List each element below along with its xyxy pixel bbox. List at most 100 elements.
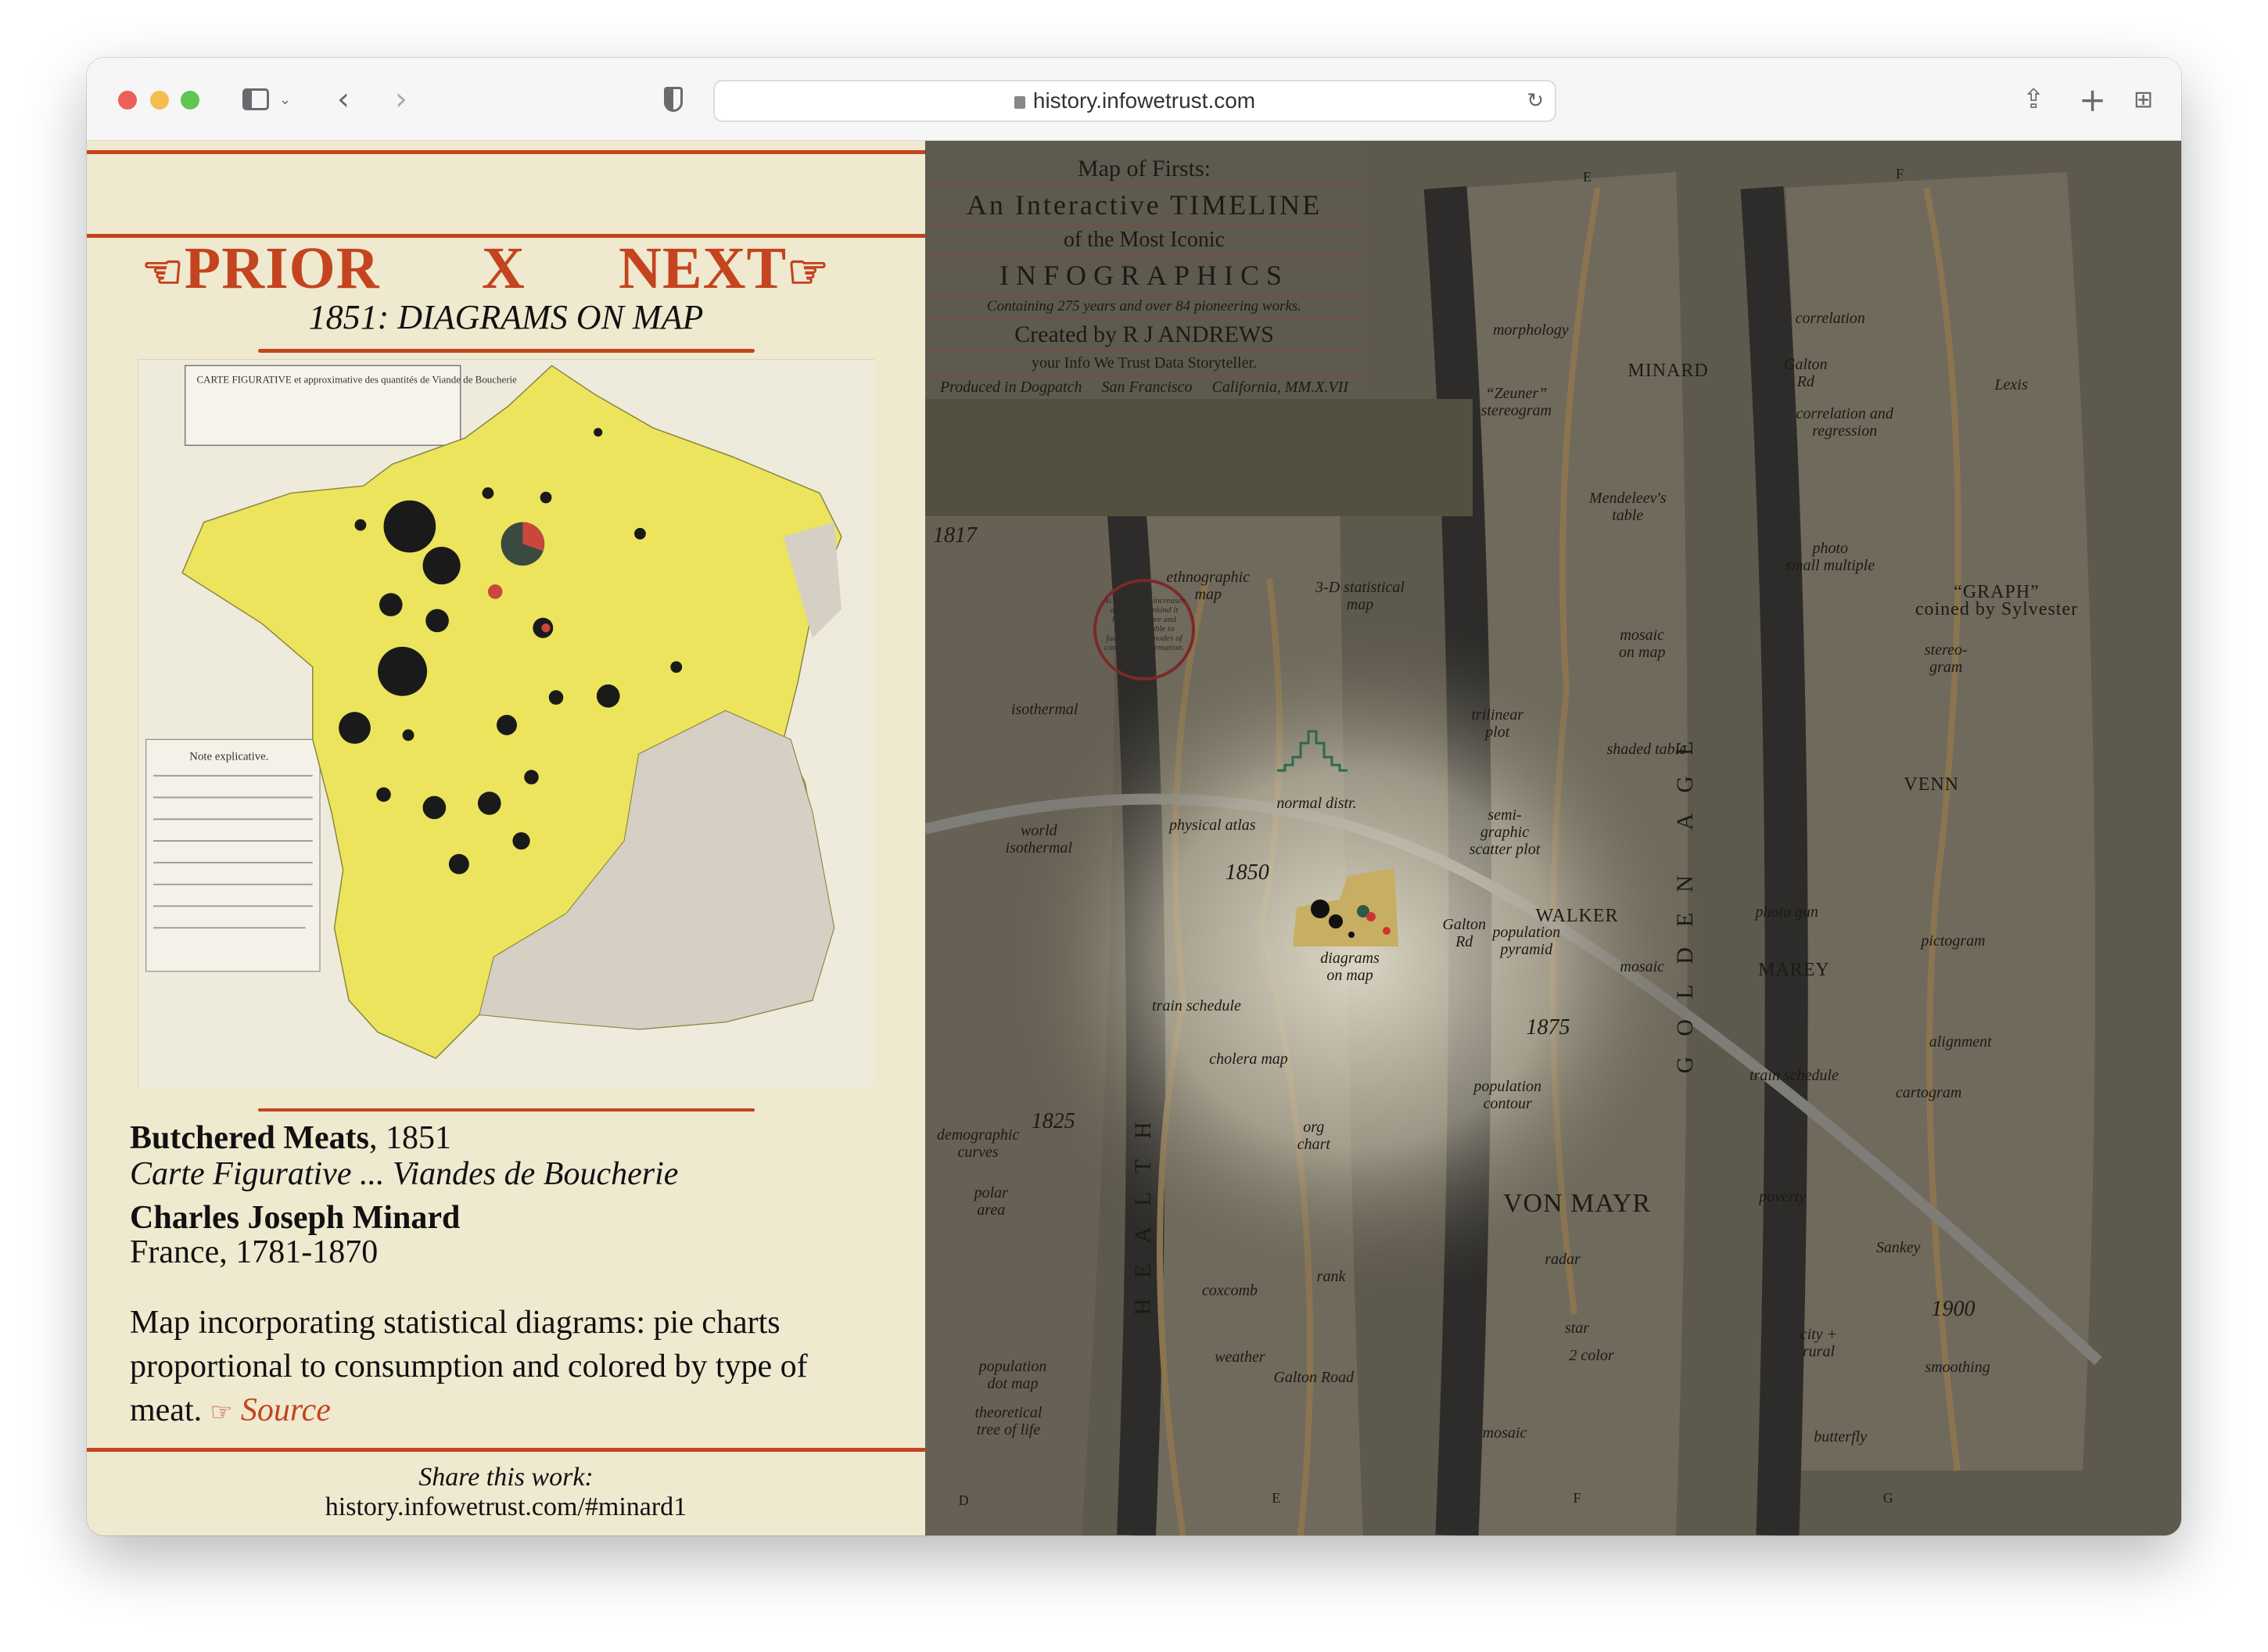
map-label[interactable]: train schedule — [1749, 1067, 1839, 1084]
map-label[interactable]: 1817 — [933, 524, 977, 546]
map-title-line: An Interactive TIMELINE — [925, 186, 1363, 225]
map-label[interactable]: population dot map — [979, 1358, 1047, 1392]
map-label[interactable]: world isothermal — [1006, 822, 1073, 857]
map-label[interactable]: poverty — [1759, 1188, 1806, 1205]
map-label[interactable]: photo small multiple — [1785, 540, 1875, 574]
map-label[interactable]: diagrams on map — [1320, 950, 1380, 984]
map-label[interactable]: cartogram — [1896, 1084, 1961, 1101]
map-label[interactable]: correlation and regression — [1796, 405, 1893, 440]
timeline-map[interactable]: Map of Firsts: An Interactive TIMELINE o… — [925, 141, 2181, 1535]
map-label[interactable]: smoothing — [1925, 1359, 1990, 1376]
map-label[interactable]: population contour — [1473, 1078, 1541, 1112]
map-label[interactable]: physical atlas — [1169, 817, 1256, 834]
new-tab-icon[interactable]: + — [2079, 81, 2106, 119]
source-link[interactable]: ☞ Source — [210, 1392, 331, 1428]
map-label[interactable]: Sankey — [1876, 1239, 1921, 1256]
map-label[interactable]: rank — [1317, 1268, 1346, 1285]
map-label[interactable]: WALKER — [1536, 907, 1619, 925]
map-label[interactable]: radar — [1545, 1251, 1581, 1268]
close-button[interactable]: X — [482, 235, 526, 303]
map-label[interactable]: city + rural — [1800, 1326, 1837, 1360]
map-label[interactable]: 1825 — [1032, 1110, 1075, 1132]
map-label[interactable]: org chart — [1297, 1119, 1330, 1153]
map-label[interactable]: star — [1565, 1320, 1589, 1337]
map-label[interactable]: pictogram — [1921, 932, 1985, 950]
map-label[interactable]: trilinear plot — [1471, 706, 1523, 741]
map-label[interactable]: “Zeuner” stereogram — [1481, 385, 1552, 419]
map-label[interactable]: theoretical tree of life — [974, 1404, 1042, 1438]
back-icon[interactable]: ‹ — [337, 81, 350, 117]
map-label[interactable]: mosaic — [1483, 1424, 1527, 1442]
divider — [87, 1448, 925, 1452]
map-label[interactable]: 1900 — [1932, 1298, 1976, 1320]
map-label[interactable]: mosaic on map — [1619, 627, 1665, 661]
work-year: , 1851 — [369, 1120, 451, 1156]
map-label[interactable]: population pyramid — [1492, 924, 1560, 958]
map-label[interactable]: coxcomb — [1202, 1282, 1258, 1299]
map-label[interactable]: ethnographic map — [1166, 569, 1250, 603]
map-label[interactable]: 2 color — [1569, 1347, 1613, 1364]
map-label[interactable]: semi- graphic scatter plot — [1470, 806, 1541, 858]
map-label[interactable]: 3-D statistical map — [1315, 579, 1405, 613]
map-label[interactable]: F — [1896, 165, 1904, 182]
sidebar-icon[interactable] — [240, 81, 271, 117]
map-label[interactable]: “GRAPH” coined by Sylvester — [1915, 583, 2078, 619]
share-url[interactable]: history.infowetrust.com/#minard1 — [87, 1492, 925, 1522]
chevron-down-icon[interactable]: ⌄ — [279, 81, 291, 117]
map-label[interactable]: alignment — [1929, 1033, 1992, 1050]
map-label[interactable]: HEALTH — [1130, 1101, 1156, 1315]
map-label[interactable]: Galton Road — [1273, 1369, 1354, 1386]
map-label[interactable]: D — [959, 1492, 969, 1509]
map-label[interactable]: butterfly — [1814, 1428, 1867, 1446]
map-author-tagline: your Info We Trust Data Storyteller. — [925, 352, 1363, 376]
shield-icon[interactable] — [662, 81, 685, 117]
map-label[interactable]: weather — [1215, 1349, 1265, 1366]
map-title-block: Map of Firsts: An Interactive TIMELINE o… — [925, 153, 1363, 399]
map-label[interactable]: VENN — [1904, 775, 1959, 794]
map-label[interactable]: Galton Rd — [1442, 916, 1486, 950]
map-label[interactable]: GOLDEN AGE — [1672, 721, 1698, 1074]
map-label[interactable]: G — [1883, 1489, 1893, 1507]
next-label: NEXT — [619, 235, 788, 301]
map-label[interactable]: Mendeleev's table — [1589, 490, 1667, 524]
map-label[interactable]: polar area — [974, 1184, 1008, 1219]
map-label[interactable]: E — [1272, 1489, 1280, 1507]
minimize-window-button[interactable] — [150, 91, 169, 110]
map-label[interactable]: correlation — [1796, 310, 1865, 327]
map-label[interactable]: demographic curves — [937, 1126, 1020, 1161]
map-label[interactable]: VON MAYR — [1503, 1191, 1651, 1217]
map-label[interactable]: 1875 — [1527, 1016, 1570, 1038]
map-label[interactable]: 1850 — [1226, 861, 1269, 883]
map-label[interactable]: mosaic — [1620, 958, 1664, 975]
prior-label: PRIOR — [184, 235, 380, 301]
map-label[interactable]: photo gun — [1755, 903, 1818, 921]
divider — [258, 349, 755, 353]
map-label[interactable]: E — [1583, 168, 1592, 185]
zoom-window-button[interactable] — [181, 91, 199, 110]
map-label[interactable]: Lexis — [1994, 376, 2027, 393]
address-bar[interactable]: history.infowetrust.com ↻ — [713, 80, 1556, 122]
map-label[interactable]: MAREY — [1758, 961, 1830, 979]
map-title: Map of Firsts: — [925, 153, 1363, 186]
prior-button[interactable]: ☜PRIOR — [142, 235, 380, 303]
share-label: Share this work: — [418, 1463, 594, 1492]
map-label[interactable]: isothermal — [1011, 701, 1078, 718]
close-window-button[interactable] — [118, 91, 137, 110]
forward-icon[interactable]: › — [395, 81, 407, 117]
map-label[interactable]: train schedule — [1152, 997, 1241, 1015]
map-label[interactable]: Galton Rd — [1784, 356, 1828, 390]
tab-overview-icon[interactable]: ⊞ — [2133, 81, 2153, 117]
reload-icon[interactable]: ↻ — [1527, 89, 1544, 113]
next-button[interactable]: NEXT☞ — [619, 235, 830, 303]
figure-caption: CARTE FIGURATIVE et approximative des qu… — [197, 374, 518, 386]
map-label[interactable]: stereo- gram — [1925, 641, 1968, 676]
share-icon[interactable]: ⇪ — [2022, 81, 2045, 117]
map-label[interactable]: normal distr. — [1276, 795, 1356, 812]
minard-map-image[interactable]: CARTE FIGURATIVE et approximative des qu… — [138, 359, 875, 1087]
map-label[interactable]: cholera map — [1209, 1050, 1288, 1068]
map-label[interactable]: F — [1573, 1489, 1581, 1507]
map-label[interactable]: morphology — [1493, 321, 1569, 339]
map-label[interactable]: MINARD — [1627, 361, 1708, 380]
entry-heading: 1851: DIAGRAMS ON MAP — [308, 298, 704, 336]
hand-right-icon: ☞ — [787, 246, 830, 298]
